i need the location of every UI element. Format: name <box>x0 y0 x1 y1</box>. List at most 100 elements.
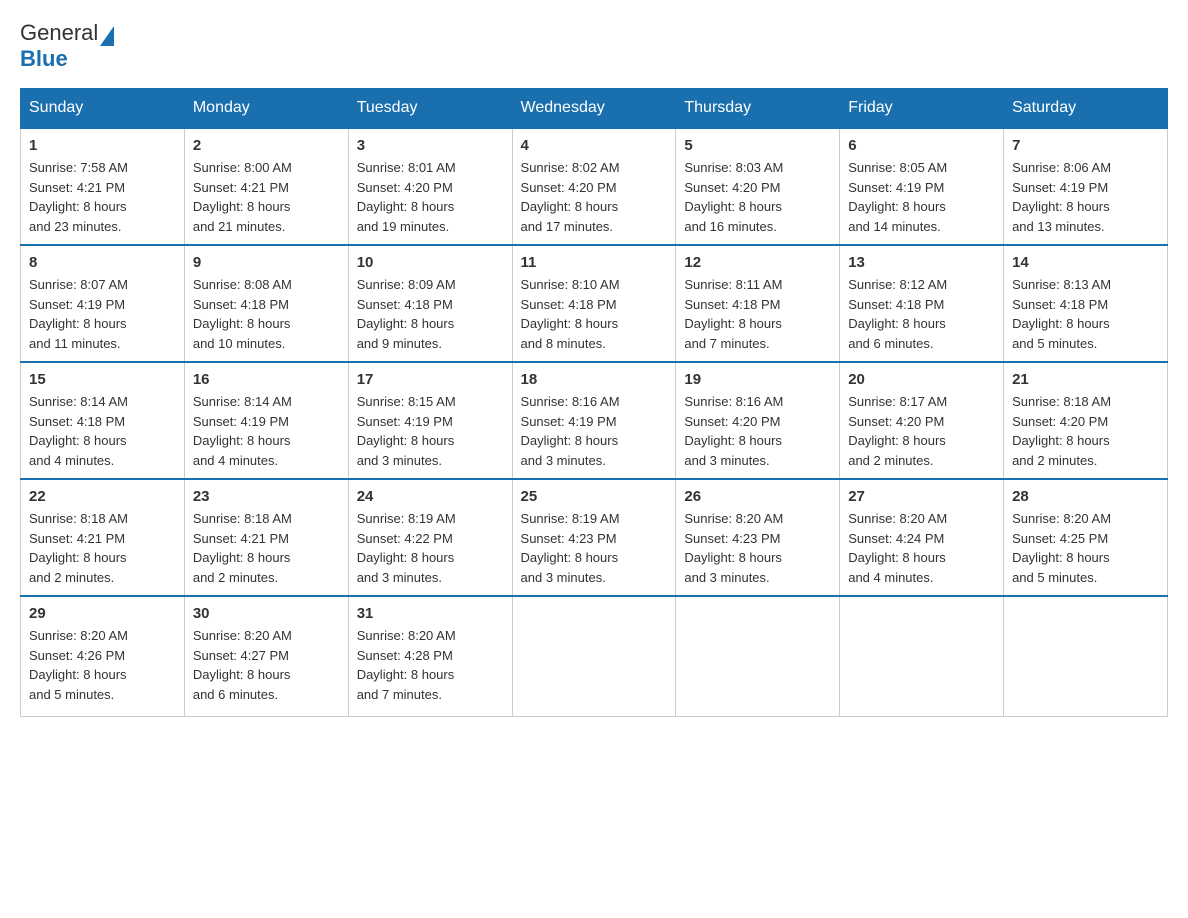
day-number: 27 <box>848 488 995 505</box>
day-number: 28 <box>1012 488 1159 505</box>
day-info: Sunrise: 8:02 AMSunset: 4:20 PMDaylight:… <box>521 160 620 234</box>
calendar-cell: 11 Sunrise: 8:10 AMSunset: 4:18 PMDayligh… <box>512 245 676 362</box>
calendar-cell: 16Sunrise: 8:14 AMSunset: 4:19 PMDayligh… <box>184 362 348 479</box>
day-info: Sunrise: 8:03 AMSunset: 4:20 PMDaylight:… <box>684 160 783 234</box>
day-number: 25 <box>521 488 668 505</box>
day-number: 3 <box>357 137 504 154</box>
day-info: Sunrise: 7:58 AMSunset: 4:21 PMDaylight:… <box>29 160 128 234</box>
weekday-header-row: SundayMondayTuesdayWednesdayThursdayFrid… <box>21 89 1168 129</box>
day-info: Sunrise: 8:18 AMSunset: 4:21 PMDaylight:… <box>29 511 128 585</box>
calendar-cell: 24Sunrise: 8:19 AMSunset: 4:22 PMDayligh… <box>348 479 512 596</box>
weekday-header-tuesday: Tuesday <box>348 89 512 129</box>
calendar-cell: 23 Sunrise: 8:18 AMSunset: 4:21 PMDayligh… <box>184 479 348 596</box>
day-number: 6 <box>848 137 995 154</box>
week-row-5: 29 Sunrise: 8:20 AMSunset: 4:26 PMDayligh… <box>21 596 1168 716</box>
day-number: 26 <box>684 488 831 505</box>
day-number: 21 <box>1012 371 1159 388</box>
day-number: 14 <box>1012 254 1159 271</box>
day-info: Sunrise: 8:00 AMSunset: 4:21 PMDaylight:… <box>193 160 292 234</box>
calendar-cell <box>1004 596 1168 716</box>
day-number: 2 <box>193 137 340 154</box>
day-info: Sunrise: 8:19 AMSunset: 4:23 PMDaylight:… <box>521 511 620 585</box>
day-info: Sunrise: 8:13 AMSunset: 4:18 PMDaylight:… <box>1012 277 1111 351</box>
calendar-cell: 3 Sunrise: 8:01 AMSunset: 4:20 PMDaylight… <box>348 128 512 245</box>
logo-triangle-icon <box>100 26 114 46</box>
calendar-cell: 28Sunrise: 8:20 AMSunset: 4:25 PMDayligh… <box>1004 479 1168 596</box>
calendar-cell: 27 Sunrise: 8:20 AMSunset: 4:24 PMDayligh… <box>840 479 1004 596</box>
day-number: 7 <box>1012 137 1159 154</box>
day-info: Sunrise: 8:07 AMSunset: 4:19 PMDaylight:… <box>29 277 128 351</box>
calendar-cell <box>676 596 840 716</box>
weekday-header-wednesday: Wednesday <box>512 89 676 129</box>
day-info: Sunrise: 8:15 AMSunset: 4:19 PMDaylight:… <box>357 394 456 468</box>
calendar-cell: 29 Sunrise: 8:20 AMSunset: 4:26 PMDayligh… <box>21 596 185 716</box>
calendar-cell <box>512 596 676 716</box>
day-info: Sunrise: 8:17 AMSunset: 4:20 PMDaylight:… <box>848 394 947 468</box>
weekday-header-saturday: Saturday <box>1004 89 1168 129</box>
day-info: Sunrise: 8:11 AMSunset: 4:18 PMDaylight:… <box>684 277 782 351</box>
day-info: Sunrise: 8:06 AMSunset: 4:19 PMDaylight:… <box>1012 160 1111 234</box>
day-info: Sunrise: 8:08 AMSunset: 4:18 PMDaylight:… <box>193 277 292 351</box>
calendar-cell: 4 Sunrise: 8:02 AMSunset: 4:20 PMDaylight… <box>512 128 676 245</box>
logo-blue: Blue <box>20 46 114 72</box>
calendar-cell: 21 Sunrise: 8:18 AMSunset: 4:20 PMDayligh… <box>1004 362 1168 479</box>
day-number: 15 <box>29 371 176 388</box>
day-number: 10 <box>357 254 504 271</box>
calendar-cell: 30Sunrise: 8:20 AMSunset: 4:27 PMDayligh… <box>184 596 348 716</box>
calendar-cell: 25 Sunrise: 8:19 AMSunset: 4:23 PMDayligh… <box>512 479 676 596</box>
week-row-1: 1 Sunrise: 7:58 AMSunset: 4:21 PMDaylight… <box>21 128 1168 245</box>
week-row-2: 8 Sunrise: 8:07 AMSunset: 4:19 PMDaylight… <box>21 245 1168 362</box>
week-row-3: 15Sunrise: 8:14 AMSunset: 4:18 PMDayligh… <box>21 362 1168 479</box>
calendar-cell: 9 Sunrise: 8:08 AMSunset: 4:18 PMDaylight… <box>184 245 348 362</box>
day-info: Sunrise: 8:10 AMSunset: 4:18 PMDaylight:… <box>521 277 620 351</box>
calendar-cell: 6 Sunrise: 8:05 AMSunset: 4:19 PMDaylight… <box>840 128 1004 245</box>
day-number: 20 <box>848 371 995 388</box>
calendar-cell: 14 Sunrise: 8:13 AMSunset: 4:18 PMDayligh… <box>1004 245 1168 362</box>
calendar-cell: 18 Sunrise: 8:16 AMSunset: 4:19 PMDayligh… <box>512 362 676 479</box>
calendar-cell: 13Sunrise: 8:12 AMSunset: 4:18 PMDayligh… <box>840 245 1004 362</box>
weekday-header-sunday: Sunday <box>21 89 185 129</box>
calendar-cell <box>840 596 1004 716</box>
day-info: Sunrise: 8:18 AMSunset: 4:21 PMDaylight:… <box>193 511 292 585</box>
day-info: Sunrise: 8:05 AMSunset: 4:19 PMDaylight:… <box>848 160 947 234</box>
calendar-table: SundayMondayTuesdayWednesdayThursdayFrid… <box>20 88 1168 717</box>
day-info: Sunrise: 8:01 AMSunset: 4:20 PMDaylight:… <box>357 160 456 234</box>
day-info: Sunrise: 8:09 AMSunset: 4:18 PMDaylight:… <box>357 277 456 351</box>
day-number: 1 <box>29 137 176 154</box>
day-number: 4 <box>521 137 668 154</box>
day-number: 23 <box>193 488 340 505</box>
logo: General Blue <box>20 20 114 72</box>
page-header: General Blue <box>20 20 1168 72</box>
day-info: Sunrise: 8:20 AMSunset: 4:23 PMDaylight:… <box>684 511 783 585</box>
day-info: Sunrise: 8:20 AMSunset: 4:28 PMDaylight:… <box>357 628 456 702</box>
day-number: 22 <box>29 488 176 505</box>
day-info: Sunrise: 8:20 AMSunset: 4:27 PMDaylight:… <box>193 628 292 702</box>
day-number: 8 <box>29 254 176 271</box>
day-number: 9 <box>193 254 340 271</box>
day-info: Sunrise: 8:16 AMSunset: 4:19 PMDaylight:… <box>521 394 620 468</box>
calendar-cell: 22 Sunrise: 8:18 AMSunset: 4:21 PMDayligh… <box>21 479 185 596</box>
day-number: 5 <box>684 137 831 154</box>
logo-general: General <box>20 20 98 46</box>
day-info: Sunrise: 8:18 AMSunset: 4:20 PMDaylight:… <box>1012 394 1111 468</box>
weekday-header-friday: Friday <box>840 89 1004 129</box>
calendar-cell: 17Sunrise: 8:15 AMSunset: 4:19 PMDayligh… <box>348 362 512 479</box>
day-number: 12 <box>684 254 831 271</box>
day-info: Sunrise: 8:20 AMSunset: 4:24 PMDaylight:… <box>848 511 947 585</box>
day-info: Sunrise: 8:16 AMSunset: 4:20 PMDaylight:… <box>684 394 783 468</box>
day-info: Sunrise: 8:20 AMSunset: 4:26 PMDaylight:… <box>29 628 128 702</box>
calendar-cell: 26 Sunrise: 8:20 AMSunset: 4:23 PMDayligh… <box>676 479 840 596</box>
calendar-cell: 1 Sunrise: 7:58 AMSunset: 4:21 PMDaylight… <box>21 128 185 245</box>
weekday-header-thursday: Thursday <box>676 89 840 129</box>
calendar-cell: 19Sunrise: 8:16 AMSunset: 4:20 PMDayligh… <box>676 362 840 479</box>
calendar-cell: 12 Sunrise: 8:11 AMSunset: 4:18 PMDayligh… <box>676 245 840 362</box>
day-number: 16 <box>193 371 340 388</box>
calendar-cell: 7 Sunrise: 8:06 AMSunset: 4:19 PMDaylight… <box>1004 128 1168 245</box>
day-number: 11 <box>521 254 668 271</box>
calendar-cell: 8 Sunrise: 8:07 AMSunset: 4:19 PMDaylight… <box>21 245 185 362</box>
day-number: 18 <box>521 371 668 388</box>
day-info: Sunrise: 8:12 AMSunset: 4:18 PMDaylight:… <box>848 277 947 351</box>
day-number: 29 <box>29 605 176 622</box>
calendar-cell: 20 Sunrise: 8:17 AMSunset: 4:20 PMDayligh… <box>840 362 1004 479</box>
calendar-cell: 2 Sunrise: 8:00 AMSunset: 4:21 PMDaylight… <box>184 128 348 245</box>
